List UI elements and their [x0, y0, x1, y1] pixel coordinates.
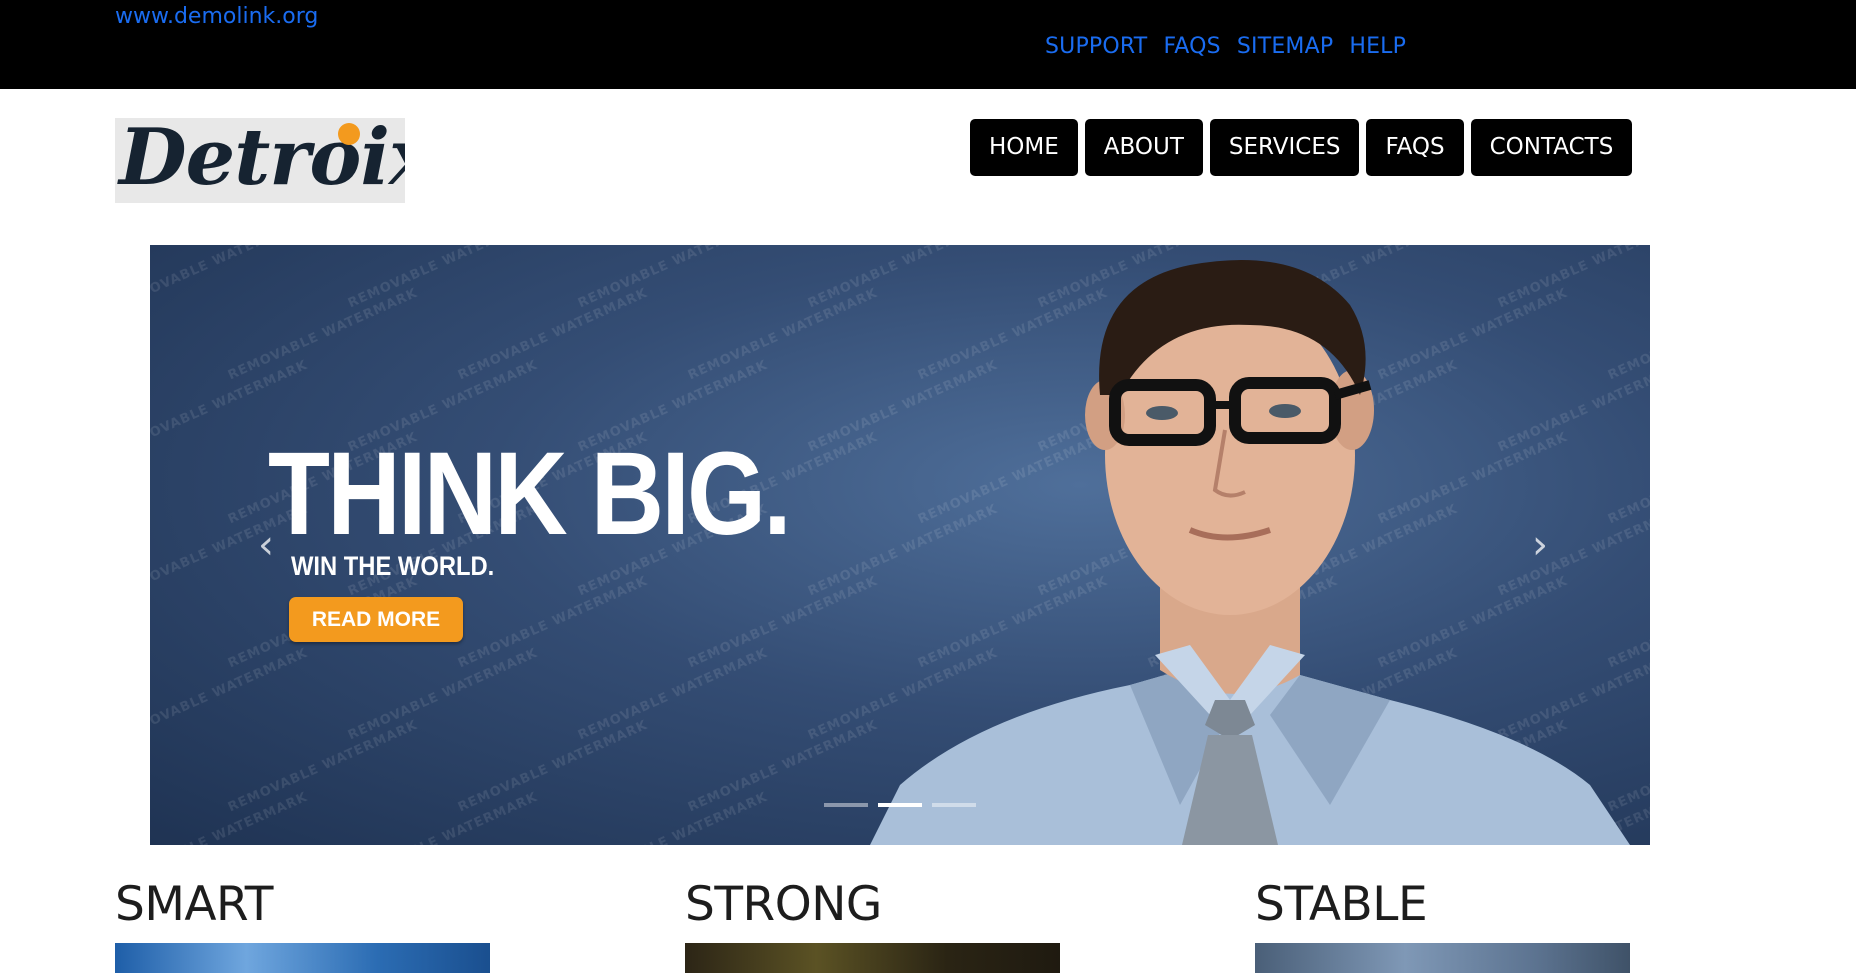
nav-services-button[interactable]: SERVICES — [1209, 119, 1360, 176]
watermark-text: REMOVABLE WATERMARK — [455, 717, 651, 816]
carousel-indicator-1[interactable] — [824, 803, 868, 807]
carousel-indicator-2[interactable] — [878, 803, 922, 807]
site-logo[interactable]: Detroix — [115, 118, 405, 203]
feature-image — [685, 943, 1060, 973]
watermark-text: REMOVABLE WATERMARK — [575, 789, 771, 845]
hero-subheadline: WIN THE WORLD. — [291, 551, 495, 581]
feature-strong: STRONG — [685, 875, 1060, 973]
logo-dot — [338, 123, 360, 145]
carousel-indicator-3[interactable] — [932, 803, 976, 807]
top-bar: www.demolink.org SUPPORT FAQS SITEMAP HE… — [0, 0, 1856, 89]
watermark-text: REMOVABLE WATERMARK — [575, 645, 771, 744]
watermark-text: REMOVABLE WATERMARK — [345, 645, 541, 744]
nav-about-button[interactable]: ABOUT — [1084, 119, 1203, 176]
watermark-text: REMOVABLE WATERMARK — [225, 285, 421, 384]
watermark-text: REMOVABLE WATERMARK — [345, 789, 541, 845]
chevron-right-icon[interactable]: › — [1520, 525, 1560, 565]
watermark-text: REMOVABLE WATERMARK — [150, 245, 310, 312]
logo-text: Detroix — [119, 118, 405, 203]
main-nav: HOME ABOUT SERVICES FAQS CONTACTS — [970, 119, 1633, 176]
read-more-button[interactable]: READ MORE — [289, 597, 463, 642]
feature-image — [1255, 943, 1630, 973]
site-url-link[interactable]: www.demolink.org — [115, 4, 318, 29]
nav-home-button[interactable]: HOME — [970, 119, 1078, 176]
feature-title: STABLE — [1255, 877, 1428, 932]
hero-headline: THINK BIG. — [268, 428, 792, 560]
top-link-sitemap[interactable]: SITEMAP — [1237, 34, 1334, 59]
watermark-text: REMOVABLE WATERMARK — [455, 285, 651, 384]
feature-stable: STABLE — [1255, 875, 1630, 973]
nav-faqs-button[interactable]: FAQS — [1366, 119, 1464, 176]
feature-title: SMART — [115, 877, 273, 932]
top-link-help[interactable]: HELP — [1349, 34, 1406, 59]
feature-image — [115, 943, 490, 973]
watermark-text: REMOVABLE WATERMARK — [575, 245, 771, 312]
watermark-text: REMOVABLE WATERMARK — [345, 245, 541, 312]
top-links: SUPPORT FAQS SITEMAP HELP — [1045, 34, 1406, 59]
watermark-text: REMOVABLE WATERMARK — [455, 573, 651, 672]
watermark-text: REMOVABLE WATERMARK — [150, 789, 311, 845]
carousel-indicators — [824, 803, 976, 807]
top-link-support[interactable]: SUPPORT — [1045, 34, 1147, 59]
feature-title: STRONG — [685, 877, 882, 932]
hero-carousel: REMOVABLE WATERMARKREMOVABLE WATERMARKRE… — [150, 245, 1650, 845]
feature-smart: SMART — [115, 875, 490, 973]
nav-contacts-button[interactable]: CONTACTS — [1470, 119, 1633, 176]
watermark-text: REMOVABLE WATERMARK — [225, 717, 421, 816]
top-link-faqs[interactable]: FAQS — [1163, 34, 1220, 59]
chevron-left-icon[interactable]: ‹ — [246, 525, 286, 565]
